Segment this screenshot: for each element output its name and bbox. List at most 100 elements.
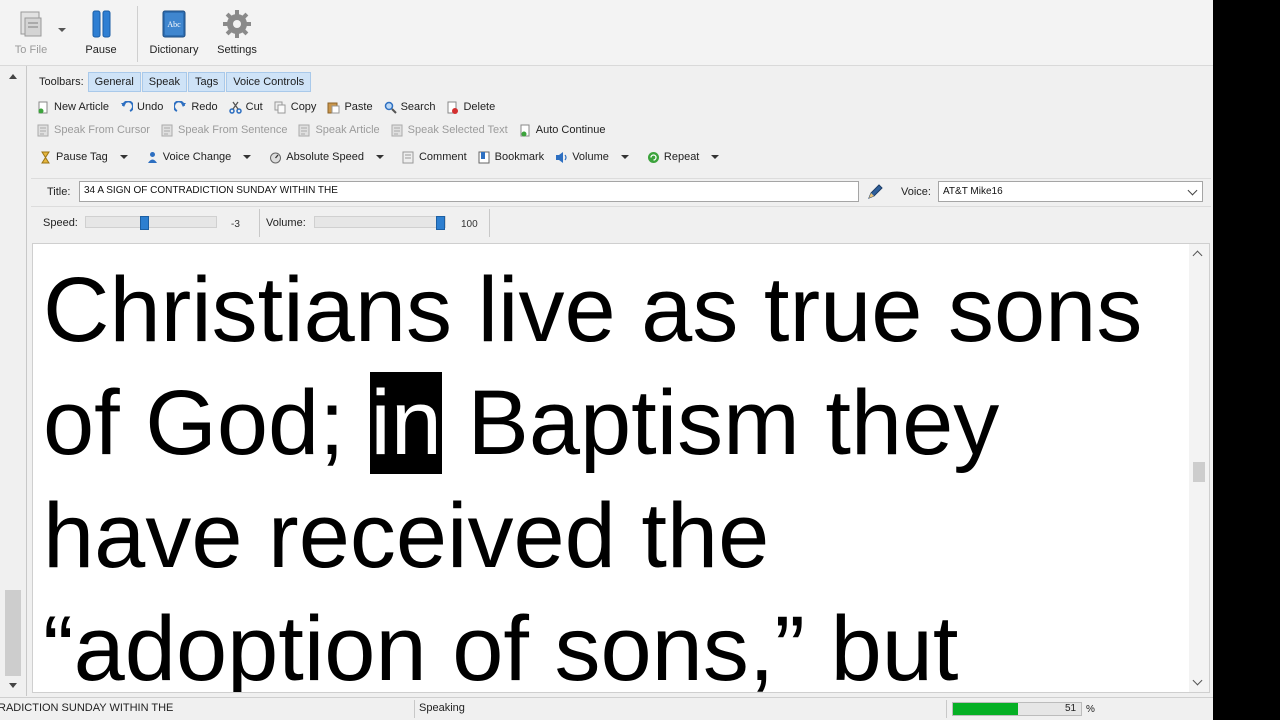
- general-toolbar: New Article Undo Redo Cut Copy Paste Sea…: [33, 96, 502, 118]
- pause-button[interactable]: Pause: [78, 8, 124, 62]
- reader-scroll-thumb[interactable]: [1193, 462, 1205, 482]
- title-voice-bar: Title: 34 A SIGN OF CONTRADICTION SUNDAY…: [31, 178, 1211, 205]
- status-article-title: RADICTION SUNDAY WITHIN THE: [0, 702, 174, 714]
- reader-vertical-scrollbar[interactable]: [1189, 244, 1209, 692]
- speak-article-icon: [298, 124, 310, 136]
- comment-icon: [402, 151, 414, 163]
- speak-article-label: Speak Article: [315, 124, 380, 136]
- redo-icon: [174, 100, 187, 112]
- paste-clipboard-icon: [327, 102, 340, 113]
- undo-button[interactable]: Undo: [116, 97, 167, 117]
- tab-voice-controls[interactable]: Voice Controls: [226, 72, 312, 92]
- volume-slider-thumb[interactable]: [436, 216, 445, 230]
- to-file-dropdown-icon[interactable]: [58, 28, 66, 32]
- copy-label: Copy: [290, 101, 317, 113]
- comment-button[interactable]: Comment: [398, 147, 471, 167]
- auto-continue-label: Auto Continue: [535, 124, 606, 136]
- tab-tags[interactable]: Tags: [187, 72, 226, 92]
- status-divider: [946, 700, 947, 718]
- reading-progress-bar: 51 %: [952, 702, 1095, 716]
- volume-end-divider: [489, 209, 490, 237]
- voice-change-dropdown-icon[interactable]: [243, 155, 252, 159]
- repeat-button[interactable]: Repeat: [643, 147, 703, 167]
- dictionary-button[interactable]: Abc Dictionary: [146, 8, 202, 62]
- status-bar: RADICTION SUNDAY WITHIN THE Speaking 51 …: [0, 697, 1213, 720]
- speak-selected-text-label: Speak Selected Text: [407, 124, 508, 136]
- undo-icon: [121, 100, 134, 112]
- volume-tag-button[interactable]: Volume: [551, 147, 613, 167]
- speaker-icon: [556, 151, 567, 163]
- search-icon: [384, 101, 397, 114]
- volume-slider[interactable]: [314, 216, 446, 230]
- absolute-speed-label: Absolute Speed: [286, 151, 364, 163]
- auto-continue-toggle[interactable]: Auto Continue: [515, 120, 610, 140]
- scroll-down-chevron-icon[interactable]: [1192, 675, 1203, 686]
- repeat-dropdown-icon[interactable]: [711, 155, 720, 159]
- redo-button[interactable]: Redo: [170, 97, 221, 117]
- copy-button[interactable]: Copy: [270, 97, 321, 117]
- repeat-label: Repeat: [663, 151, 700, 163]
- new-article-button[interactable]: New Article: [33, 97, 113, 117]
- scroll-up-chevron-icon[interactable]: [1192, 250, 1203, 261]
- speed-value: -3: [231, 219, 240, 230]
- tags-toolbar: Pause Tag Voice Change Absolute Speed Co…: [35, 146, 733, 168]
- search-button[interactable]: Search: [380, 97, 440, 117]
- delete-button[interactable]: Delete: [442, 97, 499, 117]
- absolute-speed-dropdown-icon[interactable]: [375, 155, 384, 159]
- reading-text-area[interactable]: Christians live as true sons of God; in …: [32, 243, 1210, 693]
- absolute-speed-button[interactable]: Absolute Speed: [265, 147, 368, 167]
- article-text[interactable]: Christians live as true sons of God; in …: [43, 254, 1173, 692]
- speak-from-sentence-button[interactable]: Speak From Sentence: [157, 120, 291, 140]
- voice-change-button[interactable]: Voice Change: [142, 147, 236, 167]
- article-title-input[interactable]: 34 A SIGN OF CONTRADICTION SUNDAY WITHIN…: [79, 181, 859, 202]
- delete-label: Delete: [463, 101, 496, 113]
- speak-from-cursor-button[interactable]: Speak From Cursor: [33, 120, 154, 140]
- edit-pen-icon[interactable]: [866, 183, 884, 201]
- ribbon-divider: [137, 6, 138, 62]
- settings-button[interactable]: Settings: [212, 8, 262, 62]
- to-file-button[interactable]: To File: [8, 8, 54, 62]
- settings-label: Settings: [217, 44, 257, 56]
- speak-from-cursor-label: Speak From Cursor: [54, 124, 150, 136]
- bookmark-button[interactable]: Bookmark: [474, 147, 549, 167]
- current-spoken-word-highlight: in: [370, 372, 442, 474]
- bookmark-label: Bookmark: [494, 151, 545, 163]
- speed-volume-divider: [259, 209, 260, 237]
- speak-selected-text-button[interactable]: Speak Selected Text: [387, 120, 512, 140]
- undo-label: Undo: [137, 101, 164, 113]
- pause-tag-button[interactable]: Pause Tag: [35, 147, 112, 167]
- paste-button[interactable]: Paste: [323, 97, 376, 117]
- toolbar-tabs-row: Toolbars: General Speak Tags Voice Contr…: [31, 71, 312, 93]
- pause-label: Pause: [85, 44, 117, 56]
- tab-speak[interactable]: Speak: [141, 72, 187, 92]
- speed-slider[interactable]: [85, 216, 217, 230]
- scroll-up-icon[interactable]: [9, 74, 17, 79]
- ribbon: To File Pause Abc Dictionary Settings: [0, 0, 1213, 66]
- tab-general[interactable]: General: [87, 72, 141, 92]
- title-label: Title:: [47, 186, 71, 198]
- volume-tag-label: Volume: [572, 151, 609, 163]
- cut-button[interactable]: Cut: [225, 97, 267, 117]
- toolbars-label: Toolbars:: [39, 76, 84, 88]
- speak-article-button[interactable]: Speak Article: [294, 120, 383, 140]
- cut-label: Cut: [245, 101, 263, 113]
- settings-gear-icon: [223, 10, 251, 38]
- delete-icon: [447, 101, 459, 114]
- dictionary-label: Dictionary: [149, 44, 199, 56]
- voice-select[interactable]: AT&T Mike16: [938, 181, 1203, 202]
- status-divider: [414, 700, 415, 718]
- voice-change-label: Voice Change: [162, 151, 232, 163]
- pause-icon: [92, 10, 111, 38]
- scroll-down-icon[interactable]: [9, 683, 17, 688]
- redo-label: Redo: [191, 101, 218, 113]
- speed-slider-thumb[interactable]: [140, 216, 149, 230]
- volume-tag-dropdown-icon[interactable]: [620, 155, 629, 159]
- dictionary-icon-text: Abc: [167, 20, 181, 29]
- pause-tag-dropdown-icon[interactable]: [119, 155, 128, 159]
- speak-from-cursor-icon: [37, 124, 49, 136]
- comment-label: Comment: [418, 151, 467, 163]
- speak-selected-text-icon: [391, 124, 403, 136]
- repeat-icon: [647, 151, 659, 163]
- speedometer-icon: [270, 152, 282, 163]
- left-scroll-thumb[interactable]: [5, 590, 21, 676]
